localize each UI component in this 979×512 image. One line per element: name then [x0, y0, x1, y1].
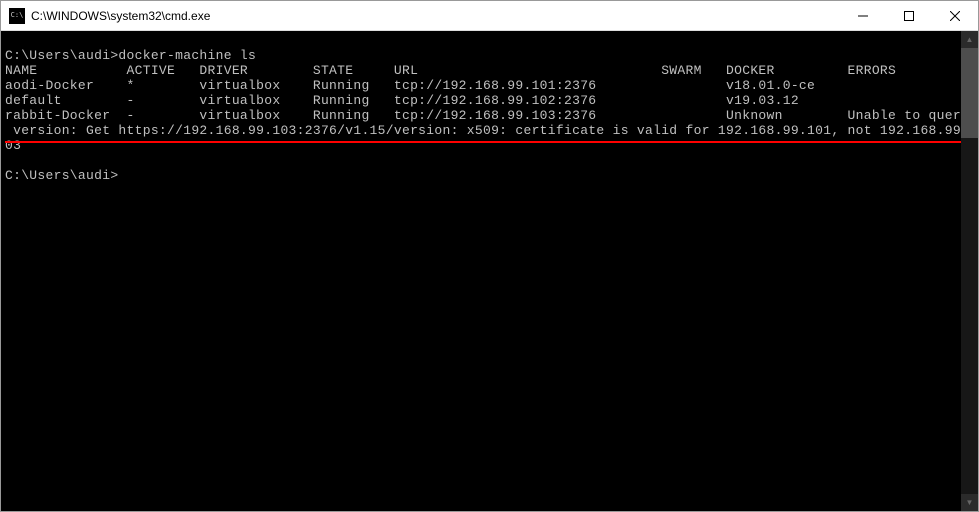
scrollbar-thumb[interactable]	[961, 48, 978, 138]
close-button[interactable]	[932, 1, 978, 30]
scroll-up-button[interactable]: ▲	[961, 31, 978, 48]
terminal-output[interactable]: C:\Users\audi>docker-machine ls NAME ACT…	[1, 31, 961, 511]
window-titlebar[interactable]: C:\WINDOWS\system32\cmd.exe	[1, 1, 978, 31]
minimize-button[interactable]	[840, 1, 886, 30]
cmd-icon	[9, 8, 25, 24]
error-highlight-underline	[5, 141, 961, 143]
window-title: C:\WINDOWS\system32\cmd.exe	[31, 9, 840, 23]
terminal-area: C:\Users\audi>docker-machine ls NAME ACT…	[1, 31, 978, 511]
vertical-scrollbar[interactable]: ▲ ▼	[961, 31, 978, 511]
maximize-button[interactable]	[886, 1, 932, 30]
scroll-down-button[interactable]: ▼	[961, 494, 978, 511]
window-controls	[840, 1, 978, 30]
